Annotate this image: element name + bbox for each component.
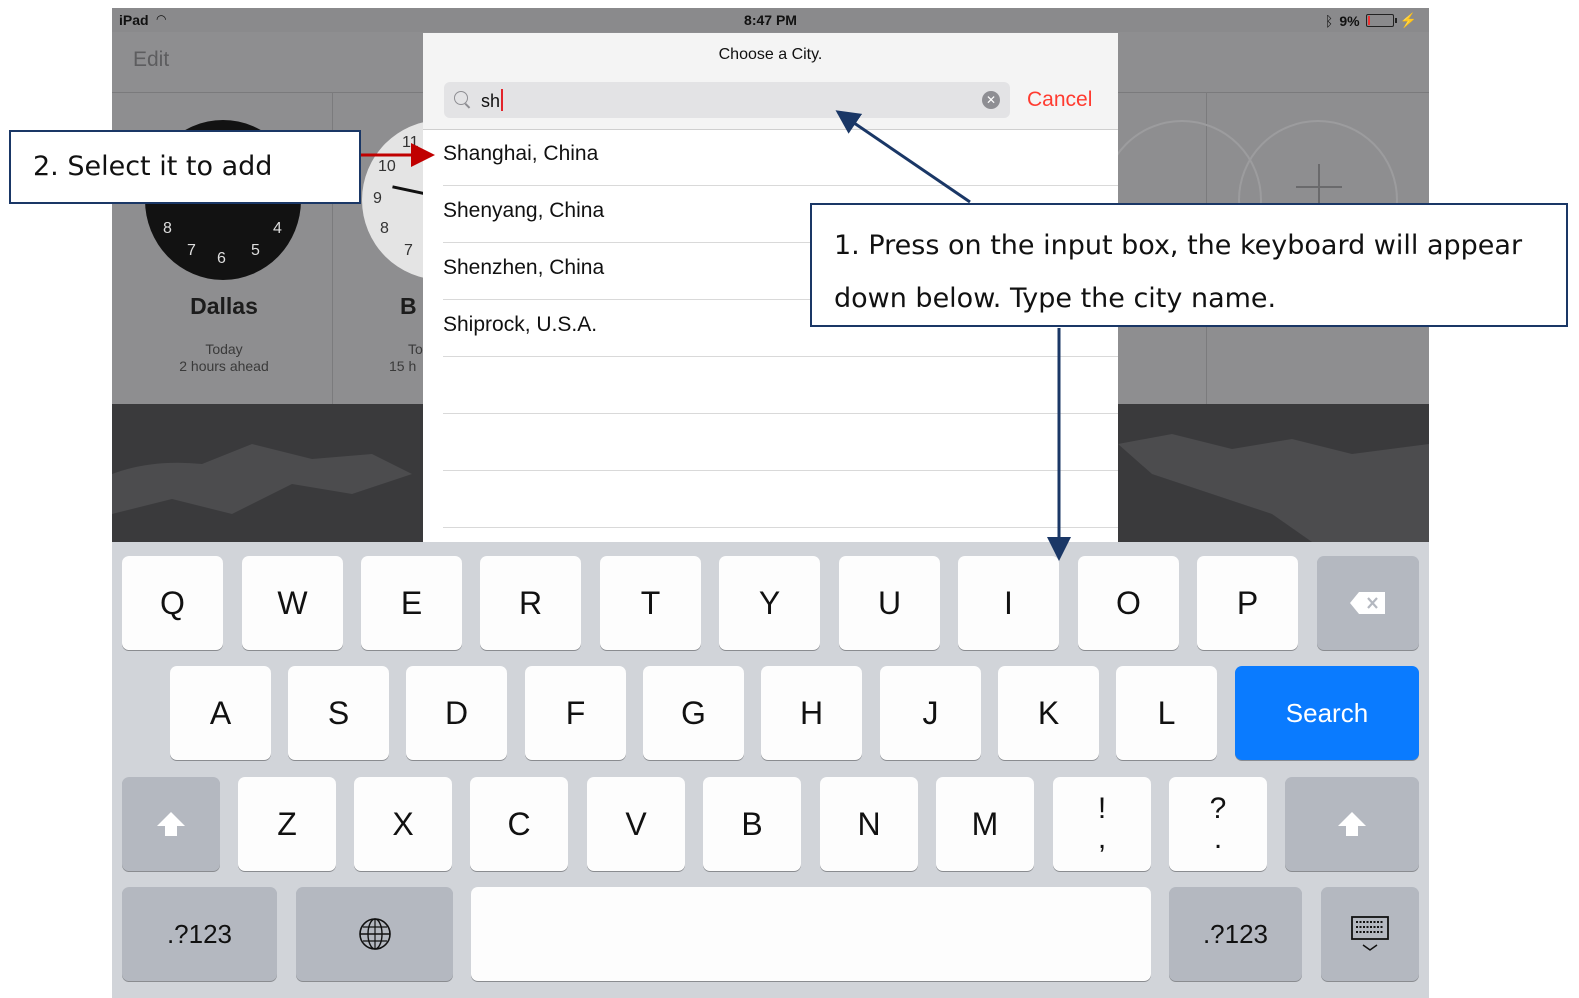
numbers-key-left[interactable]: .?123 [122,887,277,981]
key-r[interactable]: R [480,556,581,650]
clock-numeral: 8 [380,220,389,237]
onscreen-keyboard: Q W E R T Y U I O P A S D F G H J K L Se… [112,542,1429,998]
dallas-offset: 2 hours ahead [179,358,269,374]
city-result-label: Shenyang, China [443,199,605,222]
globe-icon [358,918,391,950]
clock-numeral: 6 [217,250,226,267]
key-q[interactable]: Q [122,556,223,650]
key-glyph-bottom: . [1213,822,1223,855]
key-o[interactable]: O [1078,556,1179,650]
callout-step-2-text: 2. Select it to add [33,151,273,182]
key-s[interactable]: S [288,666,389,760]
key-h[interactable]: H [761,666,862,760]
key-i[interactable]: I [958,556,1059,650]
key-exclaim-comma[interactable]: ! , [1053,777,1151,871]
key-glyph-top: ? [1209,792,1227,825]
key-glyph-bottom: , [1097,822,1107,855]
city-result-label: Shanghai, China [443,142,599,165]
clock-numeral: 7 [404,242,413,259]
clock-numeral: 8 [163,220,172,237]
key-z[interactable]: Z [238,777,336,871]
key-a[interactable]: A [170,666,271,760]
key-e[interactable]: E [361,556,462,650]
numbers-key-right[interactable]: .?123 [1169,887,1302,981]
clock-numeral: 10 [378,158,396,175]
clear-text-icon[interactable]: ✕ [982,91,1000,109]
cancel-button[interactable]: Cancel [1027,88,1092,112]
key-f[interactable]: F [525,666,626,760]
second-city-name: B [400,293,417,319]
second-offset: 15 h [389,358,417,374]
text-cursor [501,89,504,111]
status-time: 8:47 PM [744,12,797,28]
key-n[interactable]: N [820,777,918,871]
key-k[interactable]: K [998,666,1099,760]
key-l[interactable]: L [1116,666,1217,760]
second-day: To [408,341,423,357]
shift-icon [157,812,185,836]
clock-numeral: 4 [273,220,282,237]
battery-percent: 9% [1339,12,1360,29]
key-glyph-top: ! [1097,792,1107,825]
search-key[interactable]: Search [1235,666,1419,760]
modal-header: Choose a City. sh ✕ Cancel [423,33,1118,130]
battery-icon [1365,14,1397,27]
space-bar[interactable] [471,887,1151,981]
keyboard-hide-icon [1351,916,1389,951]
clock-numeral: 7 [187,242,196,259]
edit-button[interactable]: Edit [133,48,169,72]
city-search-input[interactable]: sh ✕ [444,82,1010,118]
globe-key[interactable] [296,887,453,981]
key-g[interactable]: G [643,666,744,760]
clock-numeral: 11 [402,134,419,151]
key-b[interactable]: B [703,777,801,871]
key-y[interactable]: Y [719,556,820,650]
callout-step-1: 1. Press on the input box, the keyboard … [810,203,1568,327]
dismiss-keyboard-key[interactable] [1321,887,1419,981]
key-m[interactable]: M [936,777,1034,871]
clock-numeral: 5 [251,242,260,259]
key-d[interactable]: D [406,666,507,760]
key-p[interactable]: P [1197,556,1298,650]
key-v[interactable]: V [587,777,685,871]
shift-key-left[interactable] [122,777,220,871]
backspace-icon [1350,592,1385,614]
key-x[interactable]: X [354,777,452,871]
city-result-row[interactable]: Shanghai, China [443,129,1118,186]
dallas-day: Today [205,341,243,357]
key-j[interactable]: J [880,666,981,760]
modal-title: Choose a City. [718,46,823,63]
callout-step-2: 2. Select it to add [9,130,361,204]
clock-numeral: 9 [373,190,382,207]
empty-row [443,357,1118,414]
search-input-value[interactable]: sh [481,89,504,112]
key-t[interactable]: T [600,556,701,650]
empty-row [443,414,1118,471]
key-c[interactable]: C [470,777,568,871]
key-question-period[interactable]: ? . [1169,777,1267,871]
key-w[interactable]: W [242,556,343,650]
city-result-label: Shenzhen, China [443,256,605,279]
shift-key-right[interactable] [1285,777,1419,871]
search-icon [454,91,468,105]
dallas-city-name: Dallas [190,293,258,319]
bluetooth-icon: ᛒ [1324,12,1334,29]
key-u[interactable]: U [839,556,940,650]
callout-step-1-text: 1. Press on the input box, the keyboard … [834,230,1523,314]
shift-icon [1338,812,1366,836]
city-result-label: Shiprock, U.S.A. [443,313,598,336]
status-bar: iPad ◠ 8:47 PM ᛒ 9% ⚡ [112,8,1429,32]
backspace-key[interactable] [1317,556,1419,650]
empty-row [443,471,1118,528]
charging-icon: ⚡ [1399,12,1417,28]
